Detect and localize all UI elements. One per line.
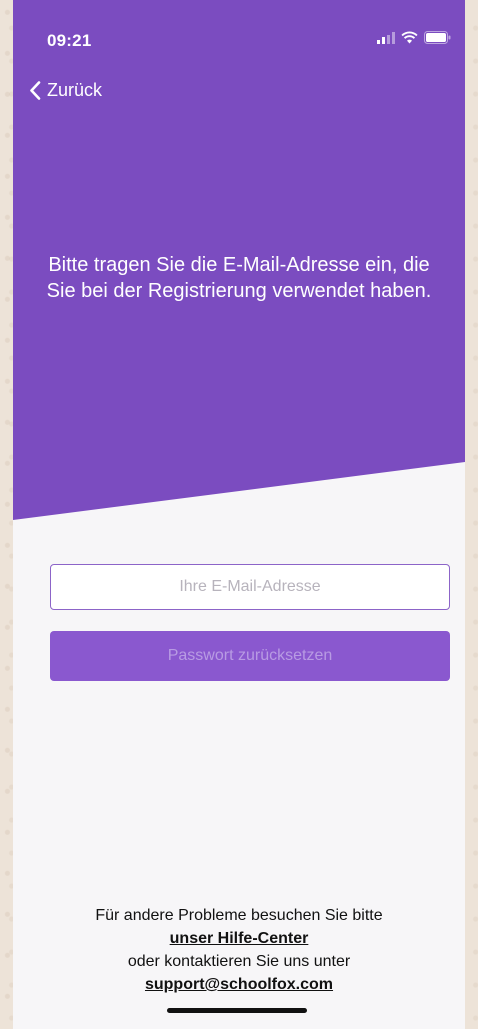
chevron-left-icon [30, 81, 41, 100]
wifi-icon [401, 31, 418, 44]
help-center-link[interactable]: unser Hilfe-Center [33, 927, 445, 950]
support-email-link[interactable]: support@schoolfox.com [33, 973, 445, 996]
help-section: Für andere Probleme besuchen Sie bitte u… [33, 904, 445, 996]
email-input[interactable] [50, 564, 450, 610]
status-time: 09:21 [47, 31, 92, 50]
help-text-line1: Für andere Probleme besuchen Sie bitte [95, 907, 383, 924]
back-label: Zurück [47, 80, 103, 100]
app-screen: 09:21 Zurück Bitte tragen Sie die E-Mail… [13, 0, 465, 1029]
instruction-text: Bitte tragen Sie die E-Mail-Adresse ein,… [46, 254, 432, 302]
signal-icon [377, 31, 395, 44]
battery-icon [424, 31, 451, 44]
reset-password-button[interactable]: Passwort zurücksetzen [50, 631, 450, 681]
help-text-line2: oder kontaktieren Sie uns unter [127, 953, 351, 970]
status-icons [377, 31, 451, 44]
back-button[interactable]: Zurück [29, 80, 102, 101]
home-indicator[interactable] [167, 1008, 307, 1013]
